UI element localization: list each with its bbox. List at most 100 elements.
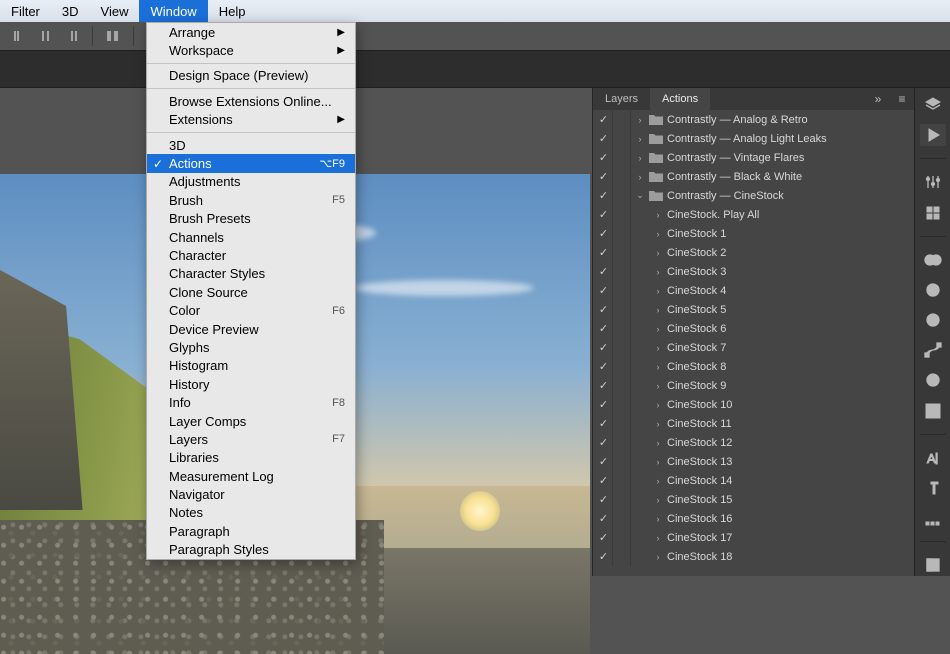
action-row[interactable]: ✓›CineStock 4 bbox=[593, 281, 914, 300]
menuitem-history[interactable]: History bbox=[147, 375, 355, 393]
toggle-visibility-checkbox[interactable]: ✓ bbox=[595, 129, 613, 148]
toggle-dialog-checkbox[interactable] bbox=[613, 110, 631, 129]
toggle-dialog-checkbox[interactable] bbox=[613, 243, 631, 262]
toggle-visibility-checkbox[interactable]: ✓ bbox=[595, 167, 613, 186]
toggle-visibility-checkbox[interactable]: ✓ bbox=[595, 528, 613, 547]
toggle-dialog-checkbox[interactable] bbox=[613, 357, 631, 376]
distribute-icon[interactable] bbox=[103, 27, 123, 45]
disclosure-closed-icon[interactable]: › bbox=[635, 134, 645, 144]
menuitem-extensions[interactable]: Extensions▶ bbox=[147, 111, 355, 129]
toggle-visibility-checkbox[interactable]: ✓ bbox=[595, 110, 613, 129]
disclosure-closed-icon[interactable]: › bbox=[653, 362, 663, 372]
toggle-dialog-checkbox[interactable] bbox=[613, 205, 631, 224]
disclosure-closed-icon[interactable]: › bbox=[653, 343, 663, 353]
menuitem-character[interactable]: Character bbox=[147, 246, 355, 264]
menuitem-paragraph-styles[interactable]: Paragraph Styles bbox=[147, 541, 355, 559]
menuitem-libraries[interactable]: Libraries bbox=[147, 449, 355, 467]
toggle-visibility-checkbox[interactable]: ✓ bbox=[595, 262, 613, 281]
channels-icon[interactable] bbox=[920, 309, 946, 331]
toggle-dialog-checkbox[interactable] bbox=[613, 376, 631, 395]
toggle-visibility-checkbox[interactable]: ✓ bbox=[595, 357, 613, 376]
action-set-row[interactable]: ✓›Contrastly — Black & White bbox=[593, 167, 914, 186]
menu-window[interactable]: Window bbox=[139, 0, 207, 22]
disclosure-closed-icon[interactable]: › bbox=[635, 172, 645, 182]
action-row[interactable]: ✓›CineStock 12 bbox=[593, 433, 914, 452]
paragraph-icon[interactable] bbox=[920, 477, 946, 499]
menuitem-glyphs[interactable]: Glyphs bbox=[147, 338, 355, 356]
menuitem-arrange[interactable]: Arrange▶ bbox=[147, 23, 355, 41]
disclosure-closed-icon[interactable]: › bbox=[653, 495, 663, 505]
play-icon[interactable] bbox=[920, 124, 946, 146]
menu-filter[interactable]: Filter bbox=[0, 0, 51, 22]
disclosure-closed-icon[interactable]: › bbox=[653, 248, 663, 258]
styles-icon[interactable] bbox=[920, 201, 946, 223]
toggle-visibility-checkbox[interactable]: ✓ bbox=[595, 509, 613, 528]
action-row[interactable]: ✓›CineStock 2 bbox=[593, 243, 914, 262]
toggle-visibility-checkbox[interactable]: ✓ bbox=[595, 547, 613, 566]
toggle-dialog-checkbox[interactable] bbox=[613, 148, 631, 167]
action-row[interactable]: ✓›CineStock 7 bbox=[593, 338, 914, 357]
toggle-dialog-checkbox[interactable] bbox=[613, 414, 631, 433]
disclosure-closed-icon[interactable]: › bbox=[635, 153, 645, 163]
disclosure-closed-icon[interactable]: › bbox=[653, 400, 663, 410]
menuitem-adjustments[interactable]: Adjustments bbox=[147, 173, 355, 191]
toggle-dialog-checkbox[interactable] bbox=[613, 490, 631, 509]
action-row[interactable]: ✓›CineStock 14 bbox=[593, 471, 914, 490]
toggle-visibility-checkbox[interactable]: ✓ bbox=[595, 471, 613, 490]
menuitem-brush[interactable]: BrushF5 bbox=[147, 191, 355, 209]
toggle-dialog-checkbox[interactable] bbox=[613, 300, 631, 319]
action-row[interactable]: ✓›CineStock 11 bbox=[593, 414, 914, 433]
toggle-visibility-checkbox[interactable]: ✓ bbox=[595, 148, 613, 167]
toggle-dialog-checkbox[interactable] bbox=[613, 262, 631, 281]
layers-icon[interactable] bbox=[920, 94, 946, 116]
grid-icon[interactable] bbox=[920, 399, 946, 421]
toggle-visibility-checkbox[interactable]: ✓ bbox=[595, 395, 613, 414]
menuitem-device-preview[interactable]: Device Preview bbox=[147, 320, 355, 338]
action-row[interactable]: ✓›CineStock 9 bbox=[593, 376, 914, 395]
menuitem-color[interactable]: ColorF6 bbox=[147, 301, 355, 319]
toggle-dialog-checkbox[interactable] bbox=[613, 433, 631, 452]
menuitem-design-space-preview-[interactable]: Design Space (Preview) bbox=[147, 67, 355, 85]
toggle-dialog-checkbox[interactable] bbox=[613, 528, 631, 547]
action-row[interactable]: ✓›CineStock 10 bbox=[593, 395, 914, 414]
action-set-row[interactable]: ✓›Contrastly — Analog & Retro bbox=[593, 110, 914, 129]
action-row[interactable]: ✓›CineStock. Play All bbox=[593, 205, 914, 224]
toggle-dialog-checkbox[interactable] bbox=[613, 319, 631, 338]
toggle-dialog-checkbox[interactable] bbox=[613, 167, 631, 186]
menuitem-channels[interactable]: Channels bbox=[147, 228, 355, 246]
toggle-visibility-checkbox[interactable]: ✓ bbox=[595, 243, 613, 262]
disclosure-closed-icon[interactable]: › bbox=[653, 419, 663, 429]
toggle-visibility-checkbox[interactable]: ✓ bbox=[595, 186, 613, 205]
toggle-dialog-checkbox[interactable] bbox=[613, 471, 631, 490]
disclosure-closed-icon[interactable]: › bbox=[653, 533, 663, 543]
swatches-icon[interactable] bbox=[920, 369, 946, 391]
type-a-icon[interactable]: A bbox=[920, 446, 946, 468]
adjustments-icon[interactable] bbox=[920, 171, 946, 193]
panel-menu-icon[interactable]: ≡ bbox=[890, 88, 914, 110]
disclosure-closed-icon[interactable]: › bbox=[653, 552, 663, 562]
disclosure-closed-icon[interactable]: › bbox=[653, 438, 663, 448]
action-row[interactable]: ✓›CineStock 15 bbox=[593, 490, 914, 509]
align-center-icon[interactable] bbox=[36, 27, 56, 45]
menu-help[interactable]: Help bbox=[208, 0, 257, 22]
action-row[interactable]: ✓›CineStock 5 bbox=[593, 300, 914, 319]
menuitem-browse-extensions-online-[interactable]: Browse Extensions Online... bbox=[147, 92, 355, 110]
menuitem-actions[interactable]: ✓Actions⌥F9 bbox=[147, 154, 355, 172]
menuitem-navigator[interactable]: Navigator bbox=[147, 485, 355, 503]
action-row[interactable]: ✓›CineStock 18 bbox=[593, 547, 914, 566]
action-row[interactable]: ✓›CineStock 17 bbox=[593, 528, 914, 547]
paths-icon[interactable] bbox=[920, 339, 946, 361]
disclosure-closed-icon[interactable]: › bbox=[653, 381, 663, 391]
action-row[interactable]: ✓›CineStock 8 bbox=[593, 357, 914, 376]
disclosure-closed-icon[interactable]: › bbox=[635, 115, 645, 125]
panel-tab-layers[interactable]: Layers bbox=[593, 88, 650, 110]
disclosure-closed-icon[interactable]: › bbox=[653, 305, 663, 315]
menu-3d[interactable]: 3D bbox=[51, 0, 90, 22]
libraries-icon[interactable] bbox=[920, 554, 946, 576]
action-set-row[interactable]: ✓⌄Contrastly — CineStock bbox=[593, 186, 914, 205]
toggle-visibility-checkbox[interactable]: ✓ bbox=[595, 224, 613, 243]
menuitem-3d[interactable]: 3D bbox=[147, 136, 355, 154]
action-row[interactable]: ✓›CineStock 3 bbox=[593, 262, 914, 281]
align-left-icon[interactable] bbox=[10, 27, 30, 45]
action-set-row[interactable]: ✓›Contrastly — Vintage Flares bbox=[593, 148, 914, 167]
